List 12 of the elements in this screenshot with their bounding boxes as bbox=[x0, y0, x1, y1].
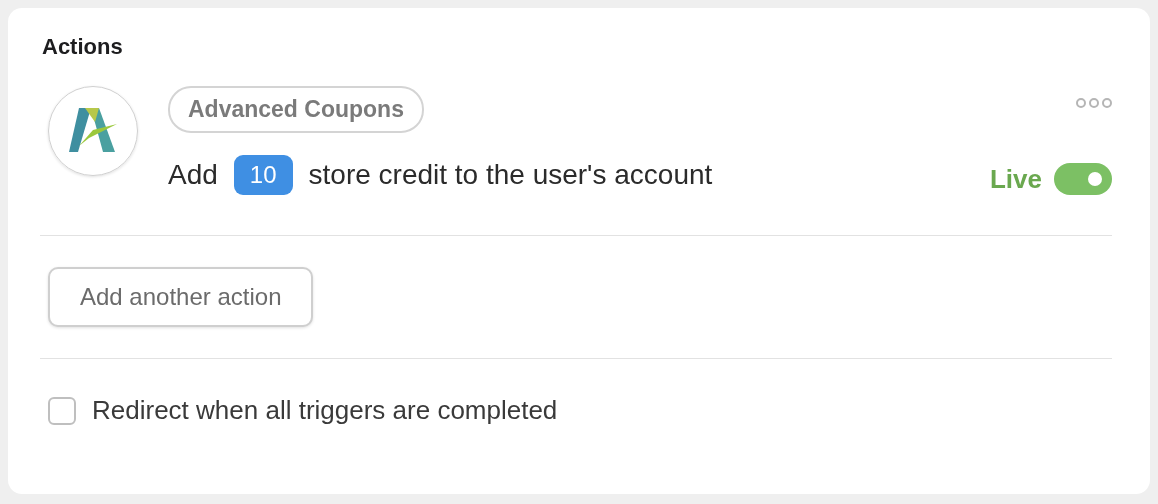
action-text: Add bbox=[168, 159, 218, 191]
more-icon[interactable] bbox=[1076, 98, 1112, 108]
value-badge[interactable]: 10 bbox=[233, 155, 293, 195]
logo-icon bbox=[69, 108, 117, 154]
section-title: Actions bbox=[42, 34, 123, 60]
add-action-button[interactable]: Add another action bbox=[48, 267, 314, 327]
action-text: store credit to the user's account bbox=[308, 159, 713, 191]
status-label: Live bbox=[989, 163, 1042, 195]
checkbox-label: Redirect when all triggers are completed bbox=[92, 395, 558, 426]
live-toggle[interactable] bbox=[1054, 163, 1112, 195]
redirect-checkbox[interactable] bbox=[48, 396, 76, 425]
app-tag: Advanced Coupons bbox=[168, 86, 424, 133]
